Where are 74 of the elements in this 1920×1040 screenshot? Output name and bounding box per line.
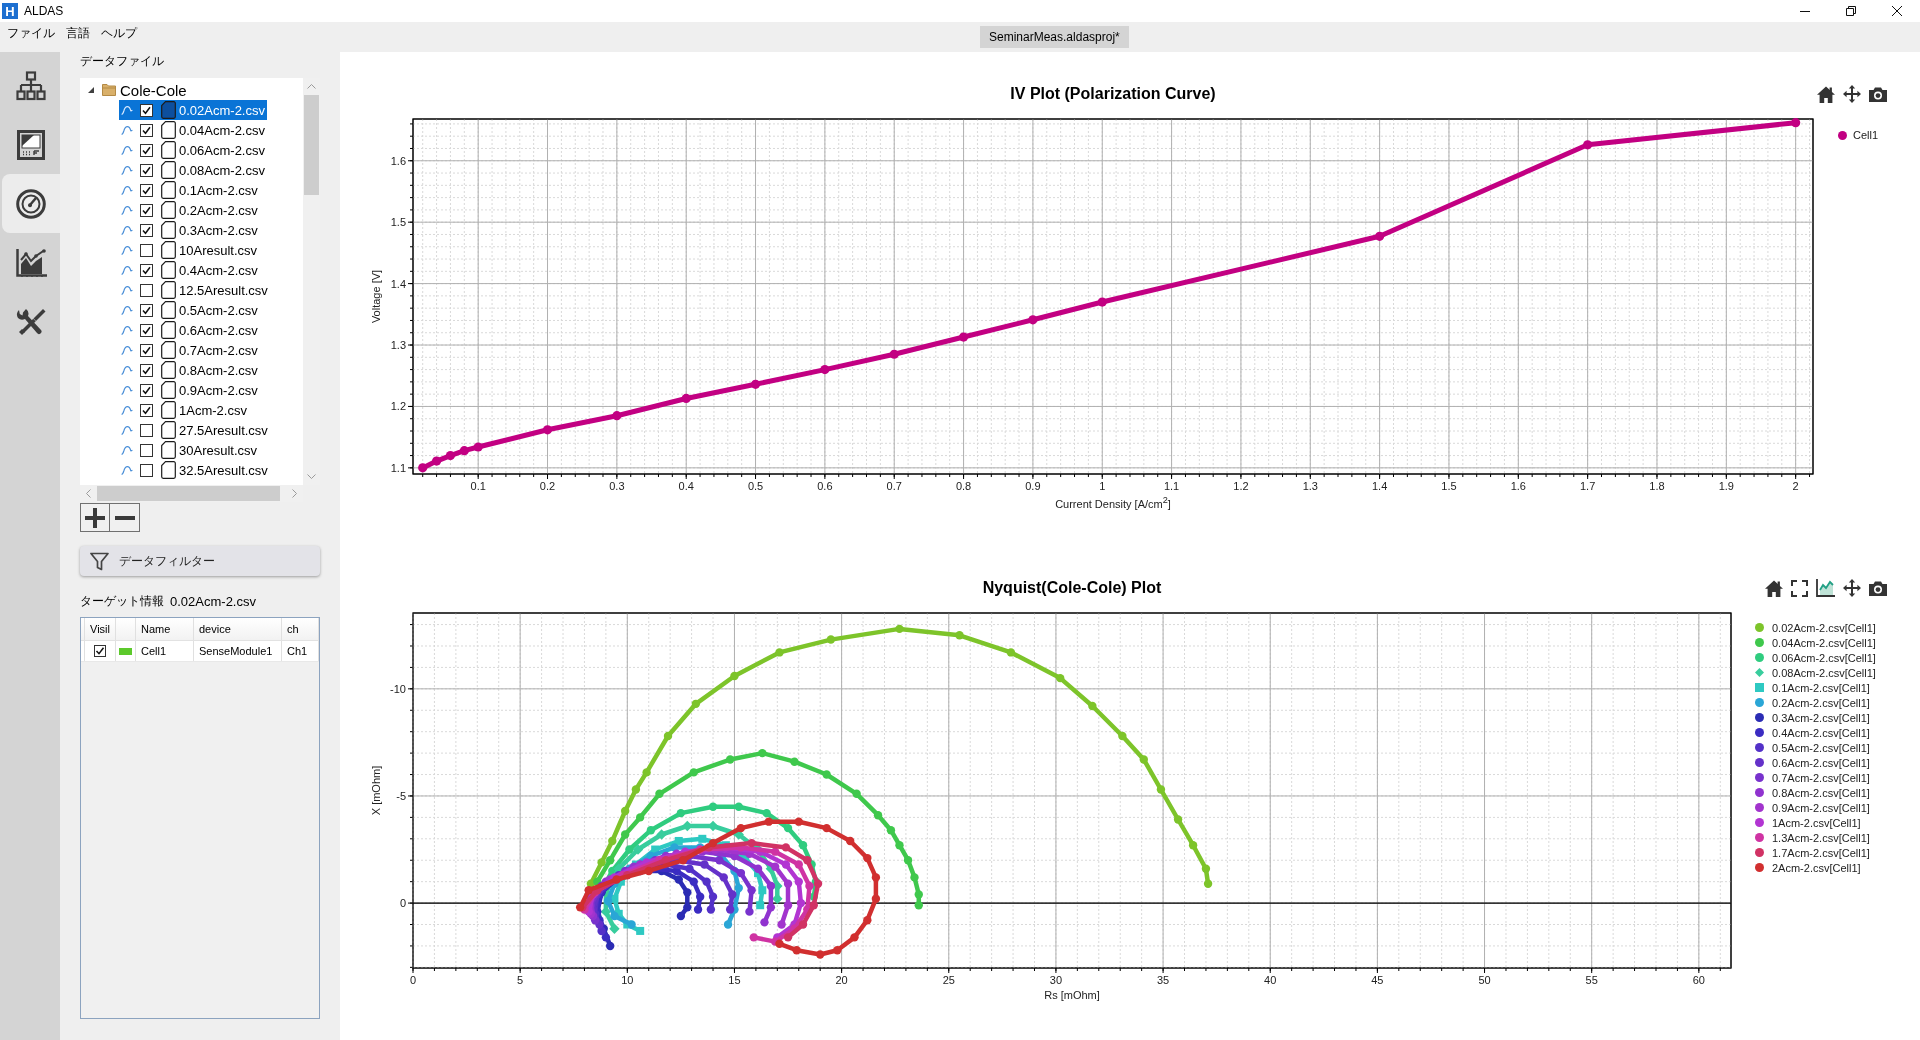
legend-label: Cell1 — [1853, 129, 1879, 141]
axis-title: Rs [mOhm] — [1044, 989, 1100, 1001]
tick-label: 50 — [1478, 974, 1491, 986]
target-label: ターゲット情報 — [80, 593, 164, 610]
legend-label: 0.2Acm-2.csv[Cell1] — [1772, 696, 1870, 709]
table-cell: Cell1 — [136, 641, 194, 661]
tick-label: 0 — [409, 974, 417, 986]
table-cell: SenseModule1 — [194, 641, 282, 661]
tick-label: 1.2 — [390, 400, 406, 413]
axis-title: X [mOhm] — [370, 765, 382, 816]
tick-label: -5 — [396, 789, 406, 802]
tick-label: 0.6 — [817, 480, 833, 492]
target-file-name: 0.02Acm-2.csv — [170, 594, 256, 609]
legend-label: 0.8Acm-2.csv[Cell1] — [1772, 786, 1870, 799]
tick-label: 1.6 — [1510, 480, 1526, 492]
tick-label: 1.7 — [1580, 480, 1596, 492]
tick-label: 35 — [1156, 974, 1170, 986]
tick-label: 1.5 — [1441, 480, 1457, 492]
tick-label: 1.3 — [1302, 480, 1318, 492]
tick-label: 2 — [1792, 480, 1799, 492]
window-title: ALDAS — [24, 4, 64, 18]
legend-label: 0.1Acm-2.csv[Cell1] — [1772, 681, 1870, 694]
legend-label: 0.7Acm-2.csv[Cell1] — [1772, 771, 1870, 784]
tick-label: 1.8 — [1649, 480, 1665, 492]
tick-label: -10 — [390, 682, 406, 695]
chart-title: Nyquist(Cole-Cole) Plot — [982, 579, 1162, 597]
tick-label: 15 — [728, 974, 741, 986]
tick-label: 1.6 — [390, 154, 406, 167]
tick-label: 55 — [1585, 974, 1598, 986]
tick-label: 0.2 — [539, 480, 556, 492]
axis-title: Current Density [A/cm$^{2}$] — [1055, 495, 1171, 510]
tick-label: 0.1 — [470, 480, 486, 492]
tick-label: 0.3 — [609, 480, 625, 492]
legend-label: 0.3Acm-2.csv[Cell1] — [1772, 711, 1870, 724]
legend-label: 0.5Acm-2.csv[Cell1] — [1772, 741, 1870, 754]
axis-title: Voltage [V] — [370, 269, 382, 324]
tick-label: 1 — [1099, 480, 1106, 492]
tick-label: 1.1 — [1163, 480, 1180, 492]
tick-label: 0.9 — [1025, 480, 1041, 492]
tick-label: 30 — [1049, 974, 1063, 986]
legend-label: 0.06Acm-2.csv[Cell1] — [1772, 651, 1876, 664]
tick-label: 1.3 — [390, 339, 406, 351]
tick-label: 40 — [1264, 974, 1277, 986]
tick-label: 0.8 — [955, 480, 972, 492]
tick-label: 1.2 — [1233, 480, 1249, 492]
legend-label: 0.4Acm-2.csv[Cell1] — [1772, 726, 1870, 739]
legend-label: 0.02Acm-2.csv[Cell1] — [1772, 621, 1876, 634]
section-label: データファイル — [80, 53, 164, 70]
tick-label: 1.9 — [1718, 480, 1734, 492]
tick-label: 60 — [1692, 974, 1705, 986]
tick-label: 25 — [942, 974, 955, 986]
legend-label: 1Acm-2.csv[Cell1] — [1772, 816, 1861, 829]
table-cell: Ch1 — [282, 641, 319, 661]
legend-label: 0.9Acm-2.csv[Cell1] — [1772, 801, 1870, 814]
tick-label: 1.1 — [390, 461, 406, 474]
legend-label: 0.04Acm-2.csv[Cell1] — [1772, 636, 1876, 649]
legend-label: 1.7Acm-2.csv[Cell1] — [1772, 846, 1870, 859]
tick-label: 1.4 — [390, 277, 406, 290]
tick-label: 1.4 — [1371, 480, 1388, 492]
legend-label: 0.6Acm-2.csv[Cell1] — [1772, 756, 1870, 769]
legend-label: 0.08Acm-2.csv[Cell1] — [1772, 666, 1876, 679]
tick-label: 0.5 — [747, 480, 764, 492]
tick-label: 1.5 — [390, 216, 406, 229]
tick-label: 5 — [517, 974, 524, 986]
tick-label: 20 — [835, 974, 848, 986]
app-logo: H — [2, 3, 18, 19]
tick-label: 10 — [621, 974, 634, 986]
tick-label: 0.7 — [886, 480, 902, 492]
chart-title: IV Plot (Polarization Curve) — [1010, 85, 1216, 103]
tick-label: 0.4 — [678, 480, 694, 492]
legend-label: 2Acm-2.csv[Cell1] — [1772, 861, 1861, 874]
tick-label: 0 — [399, 897, 406, 910]
tick-label: 45 — [1371, 974, 1384, 986]
legend-label: 1.3Acm-2.csv[Cell1] — [1772, 831, 1870, 844]
